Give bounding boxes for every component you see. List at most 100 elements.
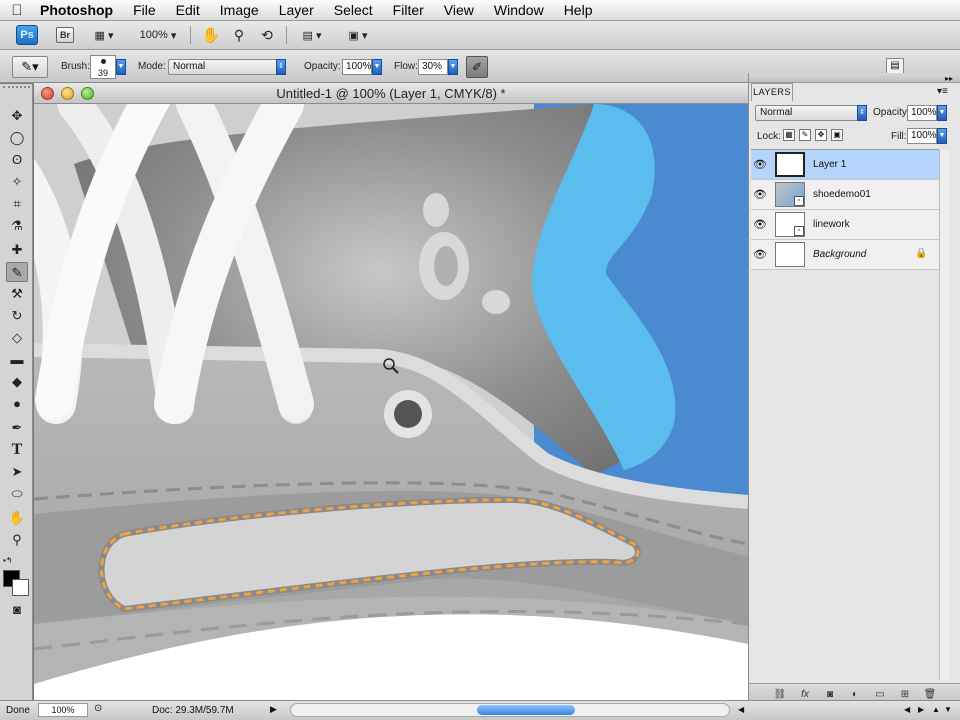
menu-file[interactable]: File [123,2,166,18]
default-colors-icon[interactable]: ▪↰ [3,556,13,565]
brush-picker-arrow[interactable]: ▼ [116,59,126,75]
layer-row-layer-1[interactable]: 👁 Layer 1 [751,150,939,180]
tool-preset-picker[interactable]: ✎▾ [12,56,48,78]
background-color-swatch[interactable] [12,579,29,596]
menu-select[interactable]: Select [324,2,383,18]
horizontal-scroll-thumb[interactable] [477,705,575,715]
eyedropper-tool-icon[interactable]: ⚗ [6,216,28,236]
new-layer-icon[interactable]: ⊞ [896,689,914,700]
fill-arrow[interactable]: ▼ [937,128,947,144]
menu-layer[interactable]: Layer [269,2,324,18]
horizontal-scrollbar[interactable] [290,703,730,717]
status-menu-arrow[interactable]: ▶ [270,704,277,715]
panel-menu-icon[interactable]: ▾≡ [937,86,948,97]
zoom-window-button[interactable] [81,87,94,100]
move-tool-icon[interactable]: ✥ [6,106,28,126]
canvas[interactable] [34,104,748,703]
visibility-eye-icon[interactable]: 👁 [753,188,767,202]
status-zoom-field[interactable]: 100% [38,703,88,717]
menu-window[interactable]: Window [484,2,554,18]
view-extras-button[interactable]: ▦ ▾ [88,25,120,45]
arrange-documents-button[interactable]: ▤ ▾ [296,25,328,45]
menu-image[interactable]: Image [210,2,269,18]
add-mask-icon[interactable]: ◙ [821,689,839,700]
pen-tool-icon[interactable]: ✒ [6,418,28,438]
scroll-up-icon[interactable]: ▲ [932,705,940,714]
lock-transparency-icon[interactable]: ▦ [783,129,795,141]
zoom-tool-icon[interactable]: ⚲ [228,25,250,45]
layer-row-background[interactable]: 👁 Background 🔒 [751,240,939,270]
hand-tool-panel-icon[interactable]: ✋ [6,508,28,528]
lasso-tool-icon[interactable]: ʘ [6,150,28,170]
scroll-left-icon[interactable]: ◀ [738,705,744,714]
mode-dropdown[interactable]: Normal [168,59,278,75]
tools-grip[interactable] [3,86,30,92]
quick-mask-icon[interactable]: ◙ [6,600,28,620]
brush-picker[interactable]: 39 [90,55,116,79]
menu-help[interactable]: Help [554,2,603,18]
fill-field[interactable]: 100% [907,128,937,144]
zoom-tool-panel-icon[interactable]: ⚲ [6,530,28,550]
rotate-view-icon[interactable]: ⟲ [256,25,278,45]
zoom-level-dropdown[interactable]: 100% ▾ [134,25,182,45]
shape-tool-icon[interactable]: ⬭ [6,484,28,504]
panel-drag-bar[interactable] [749,73,960,83]
blend-mode-dropdown[interactable]: Normal [755,105,859,121]
hand-tool-icon[interactable]: ✋ [200,25,222,45]
link-layers-icon[interactable]: ⛓ [771,689,789,700]
new-group-icon[interactable]: ▭ [871,689,889,700]
scroll-down-icon[interactable]: ▼ [944,705,952,714]
airbrush-toggle-icon[interactable]: ✐ [466,56,488,78]
layers-scrollbar[interactable] [939,150,949,680]
clone-stamp-tool-icon[interactable]: ⚒ [6,284,28,304]
gradient-tool-icon[interactable]: ▬ [6,350,28,370]
opacity-dropdown-arrow[interactable]: ▼ [372,59,382,75]
tab-layers[interactable]: LAYERS [751,83,793,101]
type-tool-icon[interactable]: T [6,440,28,460]
collapse-panel-icon[interactable]: ▸▸ [945,74,953,83]
brush-panel-icon[interactable]: ▤ [886,58,904,74]
healing-brush-tool-icon[interactable]: ✚ [6,240,28,260]
screen-mode-button[interactable]: ▣ ▾ [342,25,374,45]
brush-tool-icon[interactable]: ✎ [6,262,28,282]
menu-photoshop[interactable]: Photoshop [34,2,123,18]
quick-selection-tool-icon[interactable]: ✧ [6,172,28,192]
document-title-bar[interactable]: Untitled-1 @ 100% (Layer 1, CMYK/8) * [34,83,748,104]
blend-mode-arrow[interactable]: ⇕ [857,105,867,121]
close-window-button[interactable] [41,87,54,100]
status-info-icon[interactable]: ⊙ [94,703,102,714]
minimize-window-button[interactable] [61,87,74,100]
lock-pixels-icon[interactable]: ✎ [799,129,811,141]
apple-menu-icon[interactable]:  [0,2,34,19]
lock-all-icon[interactable]: ▣ [831,129,843,141]
layer-opacity-arrow[interactable]: ▼ [937,105,947,121]
mode-dropdown-arrow[interactable]: ⇕ [276,59,286,75]
dodge-tool-icon[interactable]: ● [6,394,28,414]
bridge-button[interactable]: Br [56,27,74,43]
menu-filter[interactable]: Filter [383,2,434,18]
layer-row-shoedemo01[interactable]: 👁 ▫ shoedemo01 [751,180,939,210]
crop-tool-icon[interactable]: ⌗ [6,194,28,214]
menu-edit[interactable]: Edit [166,2,210,18]
menu-view[interactable]: View [434,2,484,18]
flow-field[interactable]: 30% [418,59,448,75]
visibility-eye-icon[interactable]: 👁 [753,158,767,172]
visibility-eye-icon[interactable]: 👁 [753,218,767,232]
lock-position-icon[interactable]: ✥ [815,129,827,141]
layer-row-linework[interactable]: 👁 ▫ linework [751,210,939,240]
opacity-field[interactable]: 100% [342,59,372,75]
adjustment-layer-icon[interactable]: ◐ [846,689,864,700]
layer-opacity-field[interactable]: 100% [907,105,937,121]
path-selection-tool-icon[interactable]: ➤ [6,462,28,482]
history-brush-tool-icon[interactable]: ↻ [6,306,28,326]
visibility-eye-icon[interactable]: 👁 [753,248,767,262]
blur-tool-icon[interactable]: ◆ [6,372,28,392]
eraser-tool-icon[interactable]: ◇ [6,328,28,348]
layer-thumbnail [775,152,805,177]
scroll-right-icon[interactable]: ▶ [918,705,924,714]
delete-layer-icon[interactable]: 🗑 [921,689,939,700]
layer-style-icon[interactable]: fx [796,689,814,700]
scroll-left-icon-2[interactable]: ◀ [904,705,910,714]
marquee-tool-icon[interactable]: ◯ [6,128,28,148]
flow-dropdown-arrow[interactable]: ▼ [448,59,458,75]
